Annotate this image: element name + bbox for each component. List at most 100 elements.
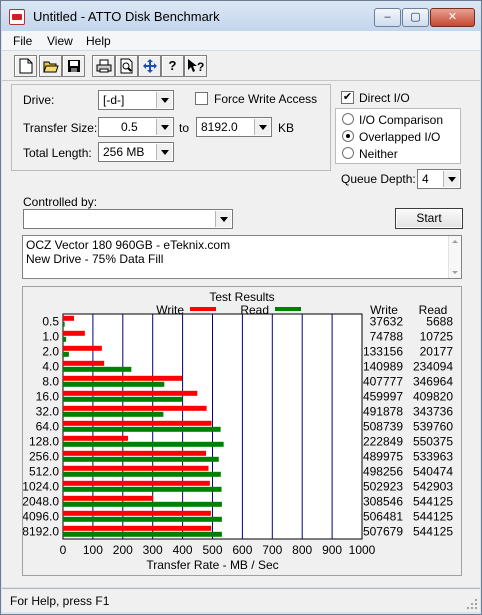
chart-title: Test Results — [209, 290, 274, 304]
write-bar — [63, 375, 183, 381]
transfer-size-label: Transfer Size: — [23, 121, 98, 135]
overlapped-io-label[interactable]: Overlapped I/O — [359, 130, 440, 144]
queue-depth-select[interactable]: 4 — [417, 169, 461, 189]
write-bar — [63, 360, 105, 366]
results-chart: Test ResultsWrite Read Write Read0 100 200 300… — [22, 290, 453, 572]
category-label: 1.0 — [42, 330, 59, 344]
transfer-size-from-select[interactable]: 0.5 — [98, 117, 174, 137]
close-button[interactable]: ✕ — [430, 8, 475, 27]
transfer-size-to-select[interactable]: 8192.0 — [196, 117, 272, 137]
read-bar — [63, 411, 164, 417]
x-tick-label: 600 — [232, 543, 252, 557]
write-bar — [63, 495, 154, 501]
description-line-2: New Drive - 75% Data Fill — [26, 252, 164, 266]
print-icon[interactable] — [92, 55, 115, 77]
table-write-value: 459997 — [363, 390, 403, 404]
write-bar — [63, 465, 209, 471]
chevron-down-icon[interactable] — [156, 92, 172, 108]
table-write-value: 222849 — [363, 435, 403, 449]
write-bar — [63, 405, 207, 411]
chevron-down-icon[interactable] — [156, 144, 172, 160]
read-bar — [63, 486, 222, 492]
x-tick-label: 200 — [113, 543, 133, 557]
queue-depth-label: Queue Depth: — [341, 172, 416, 186]
description-line-1: OCZ Vector 180 960GB - eTeknix.com — [26, 238, 231, 252]
x-tick-label: 300 — [143, 543, 163, 557]
category-label: 4.0 — [42, 360, 59, 374]
chevron-down-icon[interactable] — [443, 171, 459, 187]
title-bar[interactable]: Untitled - ATTO Disk Benchmark – ▢ ✕ — [1, 1, 481, 31]
read-bar — [63, 426, 221, 432]
table-write-value: 74788 — [370, 330, 404, 344]
x-tick-label: 100 — [83, 543, 103, 557]
direct-io-label[interactable]: Direct I/O — [359, 91, 410, 105]
start-button[interactable]: Start — [395, 208, 463, 229]
force-write-checkbox[interactable] — [195, 92, 208, 105]
open-icon[interactable] — [39, 55, 62, 77]
controlled-by-label: Controlled by: — [23, 195, 98, 209]
menu-view[interactable]: View — [47, 34, 73, 48]
table-write-value: 498256 — [363, 465, 403, 479]
legend-read-swatch — [275, 307, 301, 311]
chevron-down-icon[interactable] — [254, 119, 270, 135]
table-read-value: 409820 — [413, 390, 453, 404]
table-write-value: 140989 — [363, 360, 403, 374]
read-bar — [63, 531, 222, 537]
legend-write-swatch — [190, 307, 216, 311]
print-preview-icon[interactable] — [115, 55, 138, 77]
chevron-down-icon[interactable] — [215, 211, 231, 227]
controlled-by-select[interactable] — [23, 209, 233, 229]
menu-file[interactable]: File — [13, 34, 32, 48]
overlapped-io-radio[interactable] — [342, 130, 354, 142]
transfer-to-value: 8192.0 — [201, 120, 238, 134]
to-label: to — [179, 121, 190, 135]
x-tick-label: 500 — [202, 543, 222, 557]
save-icon[interactable] — [62, 55, 85, 77]
read-bar — [63, 321, 65, 327]
category-label: 8.0 — [42, 375, 59, 389]
table-write-value: 308546 — [363, 495, 403, 509]
category-label: 8192.0 — [23, 525, 59, 539]
table-write-value: 508739 — [363, 420, 403, 434]
menu-bar: File View Help — [2, 31, 480, 51]
menu-help[interactable]: Help — [86, 34, 111, 48]
total-length-value: 256 MB — [103, 145, 145, 159]
read-bar — [63, 471, 221, 477]
neither-label[interactable]: Neither — [359, 147, 398, 161]
help-icon[interactable]: ? — [161, 55, 184, 77]
total-length-select[interactable]: 256 MB — [98, 142, 174, 162]
force-write-label[interactable]: Force Write Access — [214, 92, 317, 106]
drive-select[interactable]: [-d-] — [98, 90, 174, 110]
category-label: 64.0 — [36, 420, 60, 434]
table-write-value: 506481 — [363, 510, 403, 524]
chevron-down-icon[interactable] — [156, 119, 172, 135]
category-label: 256.0 — [29, 450, 59, 464]
move-icon[interactable] — [138, 55, 161, 77]
description-textarea[interactable]: OCZ Vector 180 960GB - eTeknix.com New D… — [22, 235, 462, 279]
io-comparison-label[interactable]: I/O Comparison — [359, 113, 443, 127]
direct-io-checkbox[interactable]: ✔ — [341, 91, 354, 104]
write-bar — [63, 390, 198, 396]
atto-app-icon[interactable] — [9, 9, 25, 25]
x-tick-label: 700 — [262, 543, 282, 557]
table-write-value: 502923 — [363, 480, 403, 494]
table-read-value: 346964 — [413, 375, 453, 389]
neither-radio[interactable] — [342, 147, 354, 159]
write-bar — [63, 480, 210, 486]
x-axis-label: Transfer Rate - MB / Sec — [146, 558, 278, 572]
table-write-value: 489975 — [363, 450, 403, 464]
table-read-value: 544125 — [413, 495, 453, 509]
table-read-value: 5688 — [426, 315, 453, 329]
read-bar — [63, 501, 222, 507]
description-scrollbar[interactable] — [448, 236, 461, 278]
context-help-icon[interactable]: ? — [184, 55, 207, 77]
maximize-button[interactable]: ▢ — [402, 8, 429, 27]
new-icon[interactable] — [14, 55, 37, 77]
table-read-value: 533963 — [413, 450, 453, 464]
transfer-from-value: 0.5 — [121, 120, 138, 134]
table-read-value: 343736 — [413, 405, 453, 419]
io-comparison-radio[interactable] — [342, 113, 354, 125]
x-tick-label: 0 — [60, 543, 67, 557]
minimize-button[interactable]: – — [374, 8, 401, 27]
resize-grip-icon[interactable] — [466, 598, 478, 610]
